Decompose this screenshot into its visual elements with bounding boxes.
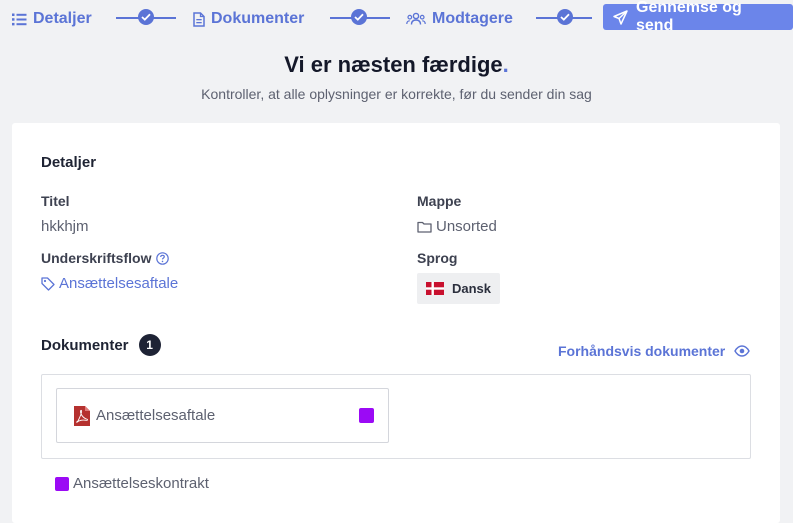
check-icon (138, 9, 154, 25)
preview-documents-link[interactable]: Forhåndsvis dokumenter (558, 343, 751, 359)
step-details[interactable]: Detaljer (12, 7, 92, 31)
pdf-file-icon (74, 405, 90, 426)
review-card: Detaljer Titel hkkhjm Mappe Unsorted Und… (12, 123, 780, 523)
documents-section-title: Dokumenter (41, 336, 129, 354)
page-title-text: Vi er næsten færdige (284, 52, 503, 77)
check-icon (557, 9, 573, 25)
document-color-tag (359, 408, 374, 423)
document-icon (193, 11, 205, 27)
progress-stepper: Detaljer Dokumenter Modtagere Gennemse o… (0, 0, 793, 36)
page-title: Vi er næsten færdige. (0, 52, 793, 78)
step-review-send-label: Gennemse og send (636, 0, 742, 34)
denmark-flag-icon (426, 282, 444, 295)
flow-link-text: Ansættelsesaftale (59, 275, 179, 292)
page-title-dot: . (502, 52, 509, 77)
tag-icon (41, 276, 55, 291)
legend-label: Ansættelseskontrakt (73, 475, 209, 492)
title-label: Titel (41, 193, 70, 209)
list-icon (12, 13, 27, 25)
details-section-title: Detaljer (41, 154, 97, 171)
folder-label: Mappe (417, 193, 462, 209)
step-recipients[interactable]: Modtagere (406, 7, 513, 31)
folder-value: Unsorted (417, 218, 497, 235)
paper-plane-icon (613, 9, 628, 25)
document-card[interactable]: Ansættelsesaftale (56, 388, 389, 443)
check-icon (351, 9, 367, 25)
preview-documents-label: Forhåndsvis dokumenter (558, 343, 726, 359)
eye-icon (734, 345, 751, 357)
language-badge: Dansk (417, 273, 501, 304)
document-legend-item: Ansættelseskontrakt (55, 475, 209, 492)
folder-icon (417, 221, 432, 233)
step-recipients-label: Modtagere (432, 10, 513, 27)
step-documents[interactable]: Dokumenter (193, 7, 304, 31)
help-icon[interactable] (156, 251, 170, 265)
step-documents-label: Dokumenter (211, 10, 305, 27)
legend-color-swatch (55, 476, 69, 491)
documents-header: Dokumenter 1 (41, 334, 161, 356)
page-subtitle: Kontroller, at alle oplysninger er korre… (201, 86, 592, 102)
users-icon (406, 12, 426, 25)
flow-label-text: Underskriftsflow (41, 250, 152, 266)
flow-label: Underskriftsflow (41, 250, 170, 266)
language-label: Sprog (417, 250, 458, 266)
title-value: hkkhjm (41, 218, 89, 235)
document-name: Ansættelsesaftale (96, 407, 216, 424)
language-value: Dansk (452, 281, 492, 296)
flow-link[interactable]: Ansættelsesaftale (41, 275, 178, 292)
folder-value-text: Unsorted (436, 218, 497, 235)
step-details-label: Detaljer (33, 10, 92, 27)
documents-count-badge: 1 (138, 334, 161, 356)
step-review-send[interactable]: Gennemse og send (603, 0, 793, 34)
